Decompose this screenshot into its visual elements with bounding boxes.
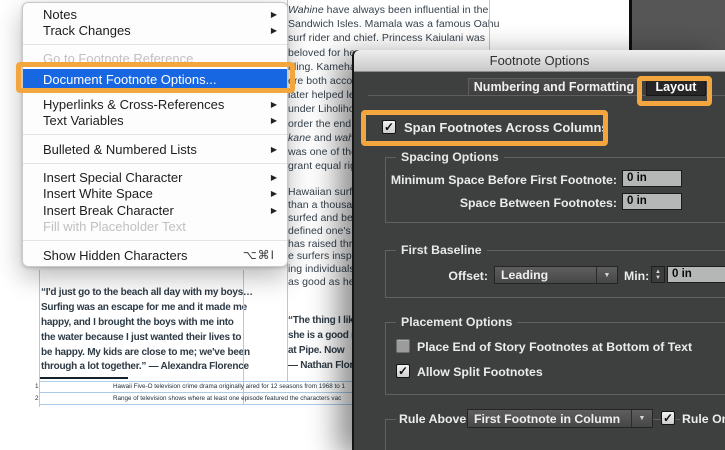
offset-label: Offset:	[394, 269, 488, 283]
annotation-box-menu-item	[16, 62, 295, 93]
footnote-frame-edge	[39, 381, 359, 382]
spacing-options-group: Spacing Options	[385, 157, 725, 223]
menu-item-label: Bulleted & Numbered Lists	[43, 142, 271, 157]
document-text-line: Wahine have always been influential in t…	[288, 4, 498, 18]
menu-item-track-changes[interactable]: Track Changes▶	[23, 22, 287, 38]
min-input[interactable]: 0 in	[667, 266, 725, 283]
menu-item-insert-break-character[interactable]: Insert Break Character▶	[23, 202, 287, 218]
context-menu: Notes▶Track Changes▶Go to Footnote Refer…	[22, 2, 288, 267]
rule-above-dropdown-value: First Footnote in Column	[468, 412, 631, 426]
tab-numbering-and-formatting[interactable]: Numbering and Formatting	[468, 78, 640, 96]
menu-separator	[23, 134, 287, 135]
background-panel	[629, 0, 725, 52]
footnote-number: 1	[35, 383, 113, 390]
placement-options-group: Placement Options	[385, 322, 725, 395]
allow-split-footnotes-checkbox[interactable]: ✓	[396, 364, 410, 378]
menu-item-label: Insert Special Character	[43, 170, 271, 185]
spacing-options-legend: Spacing Options	[396, 150, 504, 164]
min-space-label: Minimum Space Before First Footnote:	[384, 173, 617, 187]
dropdown-arrow-icon: ▼	[631, 410, 652, 427]
footnote-2: 2Range of television shows where at leas…	[35, 395, 365, 406]
place-end-of-story-footnotes-at-bottom-of-text-checkbox[interactable]	[396, 339, 410, 353]
min-stepper[interactable]: ▲ ▼	[651, 266, 665, 283]
document-text-line: happy, and I brought the boys with me in…	[41, 317, 249, 332]
app-screenshot: Wahine have always been influential in t…	[0, 0, 725, 450]
menu-item-label: Insert White Space	[43, 186, 271, 201]
menu-item-insert-white-space[interactable]: Insert White Space▶	[23, 186, 287, 202]
menu-shortcut: ⌥⌘I	[243, 248, 275, 262]
menu-item-bulleted-numbered-lists[interactable]: Bulleted & Numbered Lists▶	[23, 141, 287, 157]
document-text-line: surf rider and chief. Princess Kaiulani …	[288, 32, 498, 46]
menu-separator	[23, 163, 287, 164]
document-text-line: Sandwich Isles. Mamala was a famous Oahu	[288, 18, 498, 32]
offset-dropdown[interactable]: Leading ▼	[494, 266, 618, 284]
menu-item-label: Track Changes	[43, 23, 271, 38]
menu-item-label: Insert Break Character	[43, 203, 271, 218]
menu-item-text-variables[interactable]: Text Variables▶	[23, 113, 287, 129]
min-label: Min:	[624, 269, 649, 283]
rule-on-label: Rule On	[680, 412, 725, 426]
document-text-line: the water because I just wanted their li…	[41, 332, 249, 347]
tab-label: Numbering and Formatting	[474, 80, 634, 94]
text-frame-edge	[489, 0, 490, 50]
submenu-arrow-icon: ▶	[271, 26, 277, 35]
document-pull-quote: “I'd just go to the beach all day with m…	[41, 287, 249, 376]
footnote-number: 2	[35, 395, 113, 402]
annotation-box-span-checkbox	[361, 110, 608, 146]
submenu-arrow-icon: ▶	[271, 116, 277, 125]
rule-above-label: Rule Above:	[396, 412, 473, 426]
menu-item-insert-special-character[interactable]: Insert Special Character▶	[23, 169, 287, 185]
offset-dropdown-value: Leading	[495, 268, 596, 282]
placement-options-legend: Placement Options	[396, 315, 517, 329]
annotation-box-layout-tab	[637, 76, 712, 106]
rule-on-checkbox[interactable]: ✓	[661, 411, 675, 425]
menu-item-label: Notes	[43, 7, 271, 22]
checkmark-icon: ✓	[663, 411, 673, 425]
menu-item-hyperlinks-cross-references[interactable]: Hyperlinks & Cross-References▶	[23, 96, 287, 112]
menu-item-fill-with-placeholder-text: Fill with Placeholder Text	[23, 219, 287, 235]
menu-separator	[23, 240, 287, 241]
menu-item-label: Hyperlinks & Cross-References	[43, 97, 271, 112]
submenu-arrow-icon: ▶	[271, 173, 277, 182]
menu-item-notes[interactable]: Notes▶	[23, 6, 287, 22]
stepper-down-icon[interactable]: ▼	[655, 275, 661, 281]
submenu-arrow-icon: ▶	[271, 100, 277, 109]
document-text-line: be happy. My kids are close to me; we've…	[41, 347, 249, 362]
submenu-arrow-icon: ▶	[271, 145, 277, 154]
checkmark-icon: ✓	[398, 364, 408, 378]
document-text-line: “I'd just go to the beach all day with m…	[41, 287, 249, 302]
menu-item-label: Fill with Placeholder Text	[43, 219, 277, 234]
submenu-arrow-icon: ▶	[271, 206, 277, 215]
place-end-of-story-footnotes-at-bottom-of-text-label: Place End of Story Footnotes at Bottom o…	[417, 340, 692, 354]
submenu-arrow-icon: ▶	[271, 189, 277, 198]
footnote-text: Range of television shows where at least…	[113, 395, 341, 402]
rule-above-dropdown[interactable]: First Footnote in Column ▼	[467, 409, 653, 428]
min-space-input[interactable]: 0 in	[622, 170, 682, 187]
dropdown-arrow-icon: ▼	[596, 267, 617, 283]
footnote-1: 1Hawaii Five-O television crime drama or…	[35, 383, 365, 394]
space-between-label: Space Between Footnotes:	[384, 196, 617, 210]
dialog-title: Footnote Options	[490, 53, 590, 68]
first-baseline-legend: First Baseline	[396, 243, 487, 257]
menu-item-show-hidden-characters[interactable]: Show Hidden Characters⌥⌘I	[23, 247, 287, 263]
footnote-text: Hawaii Five-O television crime drama ori…	[113, 383, 345, 390]
menu-item-label: Text Variables	[43, 113, 271, 128]
document-text-line: through a lot together.” — Alexandra Flo…	[41, 361, 249, 376]
footnote-divider-rule	[40, 377, 128, 379]
space-between-input[interactable]: 0 in	[622, 193, 682, 210]
allow-split-footnotes-label: Allow Split Footnotes	[417, 365, 543, 379]
dialog-title-bar: Footnote Options	[354, 50, 725, 72]
menu-separator	[23, 44, 287, 45]
menu-item-label: Show Hidden Characters	[43, 248, 243, 263]
submenu-arrow-icon: ▶	[271, 10, 277, 19]
document-text-line: Surfing was an escape for me and it made…	[41, 302, 249, 317]
